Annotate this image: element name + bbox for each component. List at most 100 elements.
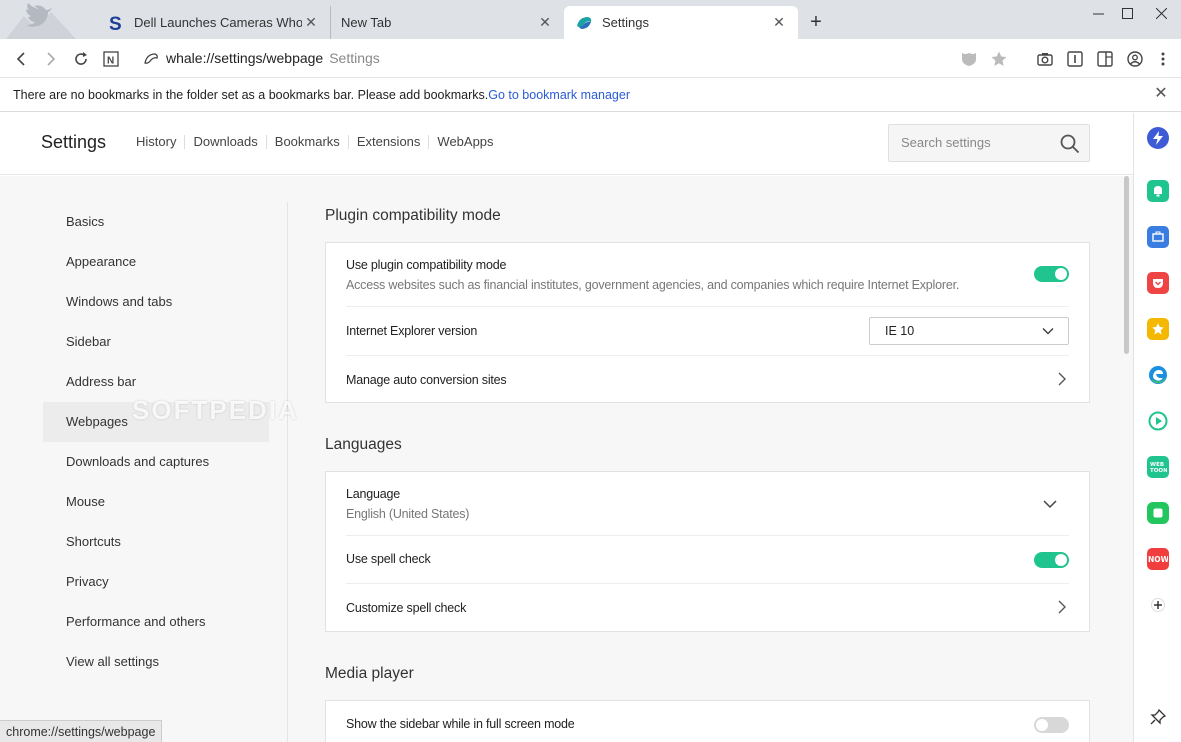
languages-settings-card: Language English (United States) Use spe… bbox=[325, 471, 1090, 632]
nav-bookmarks-link[interactable]: Bookmarks bbox=[265, 135, 348, 149]
softpedia-s-icon: S bbox=[106, 13, 126, 33]
use-plugin-compat-label: Use plugin compatibility mode bbox=[346, 258, 507, 272]
fullscreen-sidebar-label: Show the sidebar while in full screen mo… bbox=[346, 717, 575, 731]
sidebar-item-performance-and-others[interactable]: Performance and others bbox=[43, 602, 269, 642]
fullscreen-sidebar-toggle[interactable] bbox=[1034, 717, 1069, 733]
whale-page-icon[interactable] bbox=[140, 48, 162, 70]
video-play-icon[interactable] bbox=[1147, 410, 1169, 432]
manage-auto-conversion-label: Manage auto conversion sites bbox=[346, 373, 507, 387]
sidebar-item-mouse[interactable]: Mouse bbox=[43, 482, 269, 522]
section-title-media-player: Media player bbox=[325, 665, 414, 682]
bookmark-manager-link[interactable]: Go to bookmark manager bbox=[488, 88, 630, 102]
customize-spell-check-row[interactable]: Customize spell check bbox=[346, 584, 1069, 631]
manage-auto-conversion-row[interactable]: Manage auto conversion sites bbox=[346, 356, 1069, 402]
tab-new-tab[interactable]: New Tab ✕ bbox=[330, 6, 564, 39]
tab-dell-article[interactable]: S Dell Launches Cameras Whose ✕ bbox=[96, 6, 330, 39]
ie-version-select[interactable]: IE 10 bbox=[869, 317, 1069, 345]
svg-text:N: N bbox=[107, 56, 114, 67]
webtoon-icon[interactable]: WEB TOON bbox=[1147, 456, 1169, 478]
settings-sidebar-nav: Basics Appearance Windows and tabs Sideb… bbox=[43, 202, 269, 682]
svg-text:TOON: TOON bbox=[1150, 468, 1167, 474]
twitter-bird-decoration-icon bbox=[6, 3, 76, 39]
chevron-down-icon[interactable] bbox=[1043, 497, 1057, 511]
nav-downloads-link[interactable]: Downloads bbox=[184, 135, 265, 149]
language-label: Language bbox=[346, 487, 401, 501]
status-bar-url: chrome://settings/webpage bbox=[0, 720, 163, 742]
add-sidebar-item-icon[interactable] bbox=[1147, 594, 1169, 616]
search-settings-input[interactable] bbox=[901, 135, 1051, 150]
reader-mode-icon[interactable] bbox=[1064, 48, 1086, 70]
plugin-settings-card: Use plugin compatibility mode Access web… bbox=[325, 242, 1090, 403]
media-player-settings-card: Show the sidebar while in full screen mo… bbox=[325, 700, 1090, 742]
shield-icon[interactable] bbox=[958, 48, 980, 70]
customize-spell-check-label: Customize spell check bbox=[346, 601, 467, 615]
nav-extensions-link[interactable]: Extensions bbox=[347, 135, 429, 149]
url-text: whale://settings/webpage bbox=[166, 50, 324, 66]
plugin-compat-toggle[interactable] bbox=[1034, 266, 1069, 282]
search-box bbox=[888, 124, 1090, 162]
url-page-title: Settings bbox=[329, 50, 380, 66]
profile-avatar-icon[interactable] bbox=[1124, 48, 1146, 70]
close-tab-icon[interactable]: ✕ bbox=[770, 14, 788, 32]
svg-text:S: S bbox=[109, 14, 122, 32]
use-plugin-compat-desc: Access websites such as financial instit… bbox=[346, 278, 960, 292]
language-row[interactable]: Language English (United States) bbox=[346, 472, 1069, 536]
spell-check-toggle[interactable] bbox=[1034, 552, 1069, 568]
nav-history-link[interactable]: History bbox=[136, 135, 184, 149]
close-tab-icon[interactable]: ✕ bbox=[302, 14, 320, 32]
close-bookmarks-bar-icon[interactable]: ✕ bbox=[1153, 86, 1169, 102]
search-icon[interactable] bbox=[1059, 133, 1081, 155]
sidebar-item-windows-and-tabs[interactable]: Windows and tabs bbox=[43, 282, 269, 322]
bookmarks-bar: There are no bookmarks in the folder set… bbox=[0, 78, 1181, 112]
settings-header: Settings History Downloads Bookmarks Ext… bbox=[0, 113, 1133, 175]
now-icon[interactable]: NOW. bbox=[1147, 548, 1169, 570]
lightning-icon[interactable] bbox=[1147, 127, 1169, 149]
chevron-right-icon bbox=[1058, 600, 1066, 614]
reload-icon[interactable] bbox=[70, 48, 92, 70]
tab-strip: S Dell Launches Cameras Whose ✕ New Tab … bbox=[0, 0, 1181, 39]
nav-divider bbox=[287, 202, 288, 742]
briefcase-icon[interactable] bbox=[1147, 226, 1169, 248]
bookmark-star-icon[interactable] bbox=[988, 48, 1010, 70]
forward-arrow-icon[interactable] bbox=[40, 48, 62, 70]
pocket-icon[interactable] bbox=[1147, 272, 1169, 294]
sidebar-item-basics[interactable]: Basics bbox=[43, 202, 269, 242]
whale-sidebar: WEBTOON NOW. bbox=[1133, 113, 1181, 742]
sidebar-item-shortcuts[interactable]: Shortcuts bbox=[43, 522, 269, 562]
spell-check-label: Use spell check bbox=[346, 552, 431, 566]
chevron-right-icon bbox=[1058, 372, 1066, 386]
spell-check-row: Use spell check bbox=[346, 536, 1069, 584]
edge-browser-icon[interactable] bbox=[1147, 364, 1169, 386]
camera-capture-icon[interactable] bbox=[1034, 48, 1056, 70]
pin-icon[interactable] bbox=[1147, 706, 1169, 728]
content-scrollbar[interactable] bbox=[1124, 176, 1129, 354]
browser-toolbar: N whale://settings/webpage Settings bbox=[0, 39, 1181, 78]
maximize-window-icon[interactable] bbox=[1110, 0, 1144, 26]
naver-n-icon[interactable]: N bbox=[100, 48, 122, 70]
sidebar-item-downloads-and-captures[interactable]: Downloads and captures bbox=[43, 442, 269, 482]
more-menu-icon[interactable] bbox=[1152, 48, 1174, 70]
close-tab-icon[interactable]: ✕ bbox=[536, 14, 554, 32]
whale-icon bbox=[574, 13, 594, 33]
sidebar-item-view-all-settings[interactable]: View all settings bbox=[43, 642, 269, 682]
sidebar-item-appearance[interactable]: Appearance bbox=[43, 242, 269, 282]
new-tab-plus-icon[interactable]: + bbox=[806, 12, 826, 32]
close-window-icon[interactable] bbox=[1144, 0, 1178, 26]
settings-top-nav: History Downloads Bookmarks Extensions W… bbox=[136, 135, 502, 149]
svg-text:NOW.: NOW. bbox=[1148, 555, 1168, 564]
language-value: English (United States) bbox=[346, 507, 470, 521]
sidebar-item-sidebar[interactable]: Sidebar bbox=[43, 322, 269, 362]
line-square-icon[interactable] bbox=[1147, 502, 1169, 524]
sidebar-item-privacy[interactable]: Privacy bbox=[43, 562, 269, 602]
ie-version-value: IE 10 bbox=[885, 324, 915, 338]
ie-version-label: Internet Explorer version bbox=[346, 324, 478, 338]
use-plugin-compat-row: Use plugin compatibility mode Access web… bbox=[346, 243, 1069, 307]
back-arrow-icon[interactable] bbox=[10, 48, 32, 70]
favorites-star-icon[interactable] bbox=[1147, 318, 1169, 340]
nav-webapps-link[interactable]: WebApps bbox=[428, 135, 501, 149]
tab-settings[interactable]: Settings ✕ bbox=[564, 6, 798, 39]
notification-bell-icon[interactable] bbox=[1147, 180, 1169, 202]
address-bar[interactable]: whale://settings/webpage Settings bbox=[166, 50, 380, 66]
split-view-icon[interactable] bbox=[1094, 48, 1116, 70]
tab-title: Dell Launches Cameras Whose bbox=[134, 15, 302, 30]
